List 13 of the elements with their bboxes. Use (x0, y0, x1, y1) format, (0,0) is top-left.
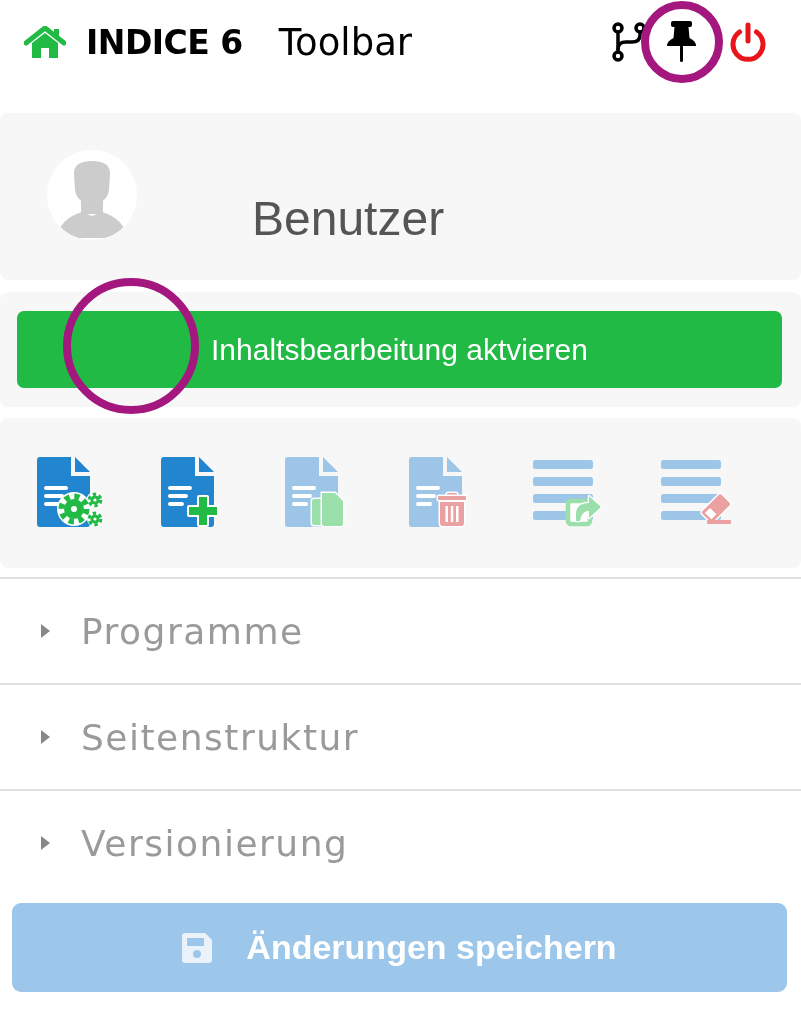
accordion-header[interactable]: Seitenstruktur (0, 685, 801, 791)
power-icon[interactable] (729, 22, 767, 62)
accordion-header[interactable]: Programme (0, 579, 801, 685)
pin-icon[interactable] (665, 21, 698, 63)
document-gears-icon[interactable] (37, 457, 105, 527)
accordion-header[interactable]: Versionierung (0, 791, 801, 895)
user-name: Benutzer (252, 192, 445, 246)
branch-icon[interactable] (612, 22, 646, 62)
app-title: INDICE 6 (86, 22, 243, 62)
page-title: Toolbar (278, 20, 413, 64)
activate-editing-button[interactable]: Inhaltsbearbeitung aktvieren (17, 311, 782, 388)
avatar-icon (47, 150, 137, 240)
home-icon[interactable] (24, 25, 66, 59)
